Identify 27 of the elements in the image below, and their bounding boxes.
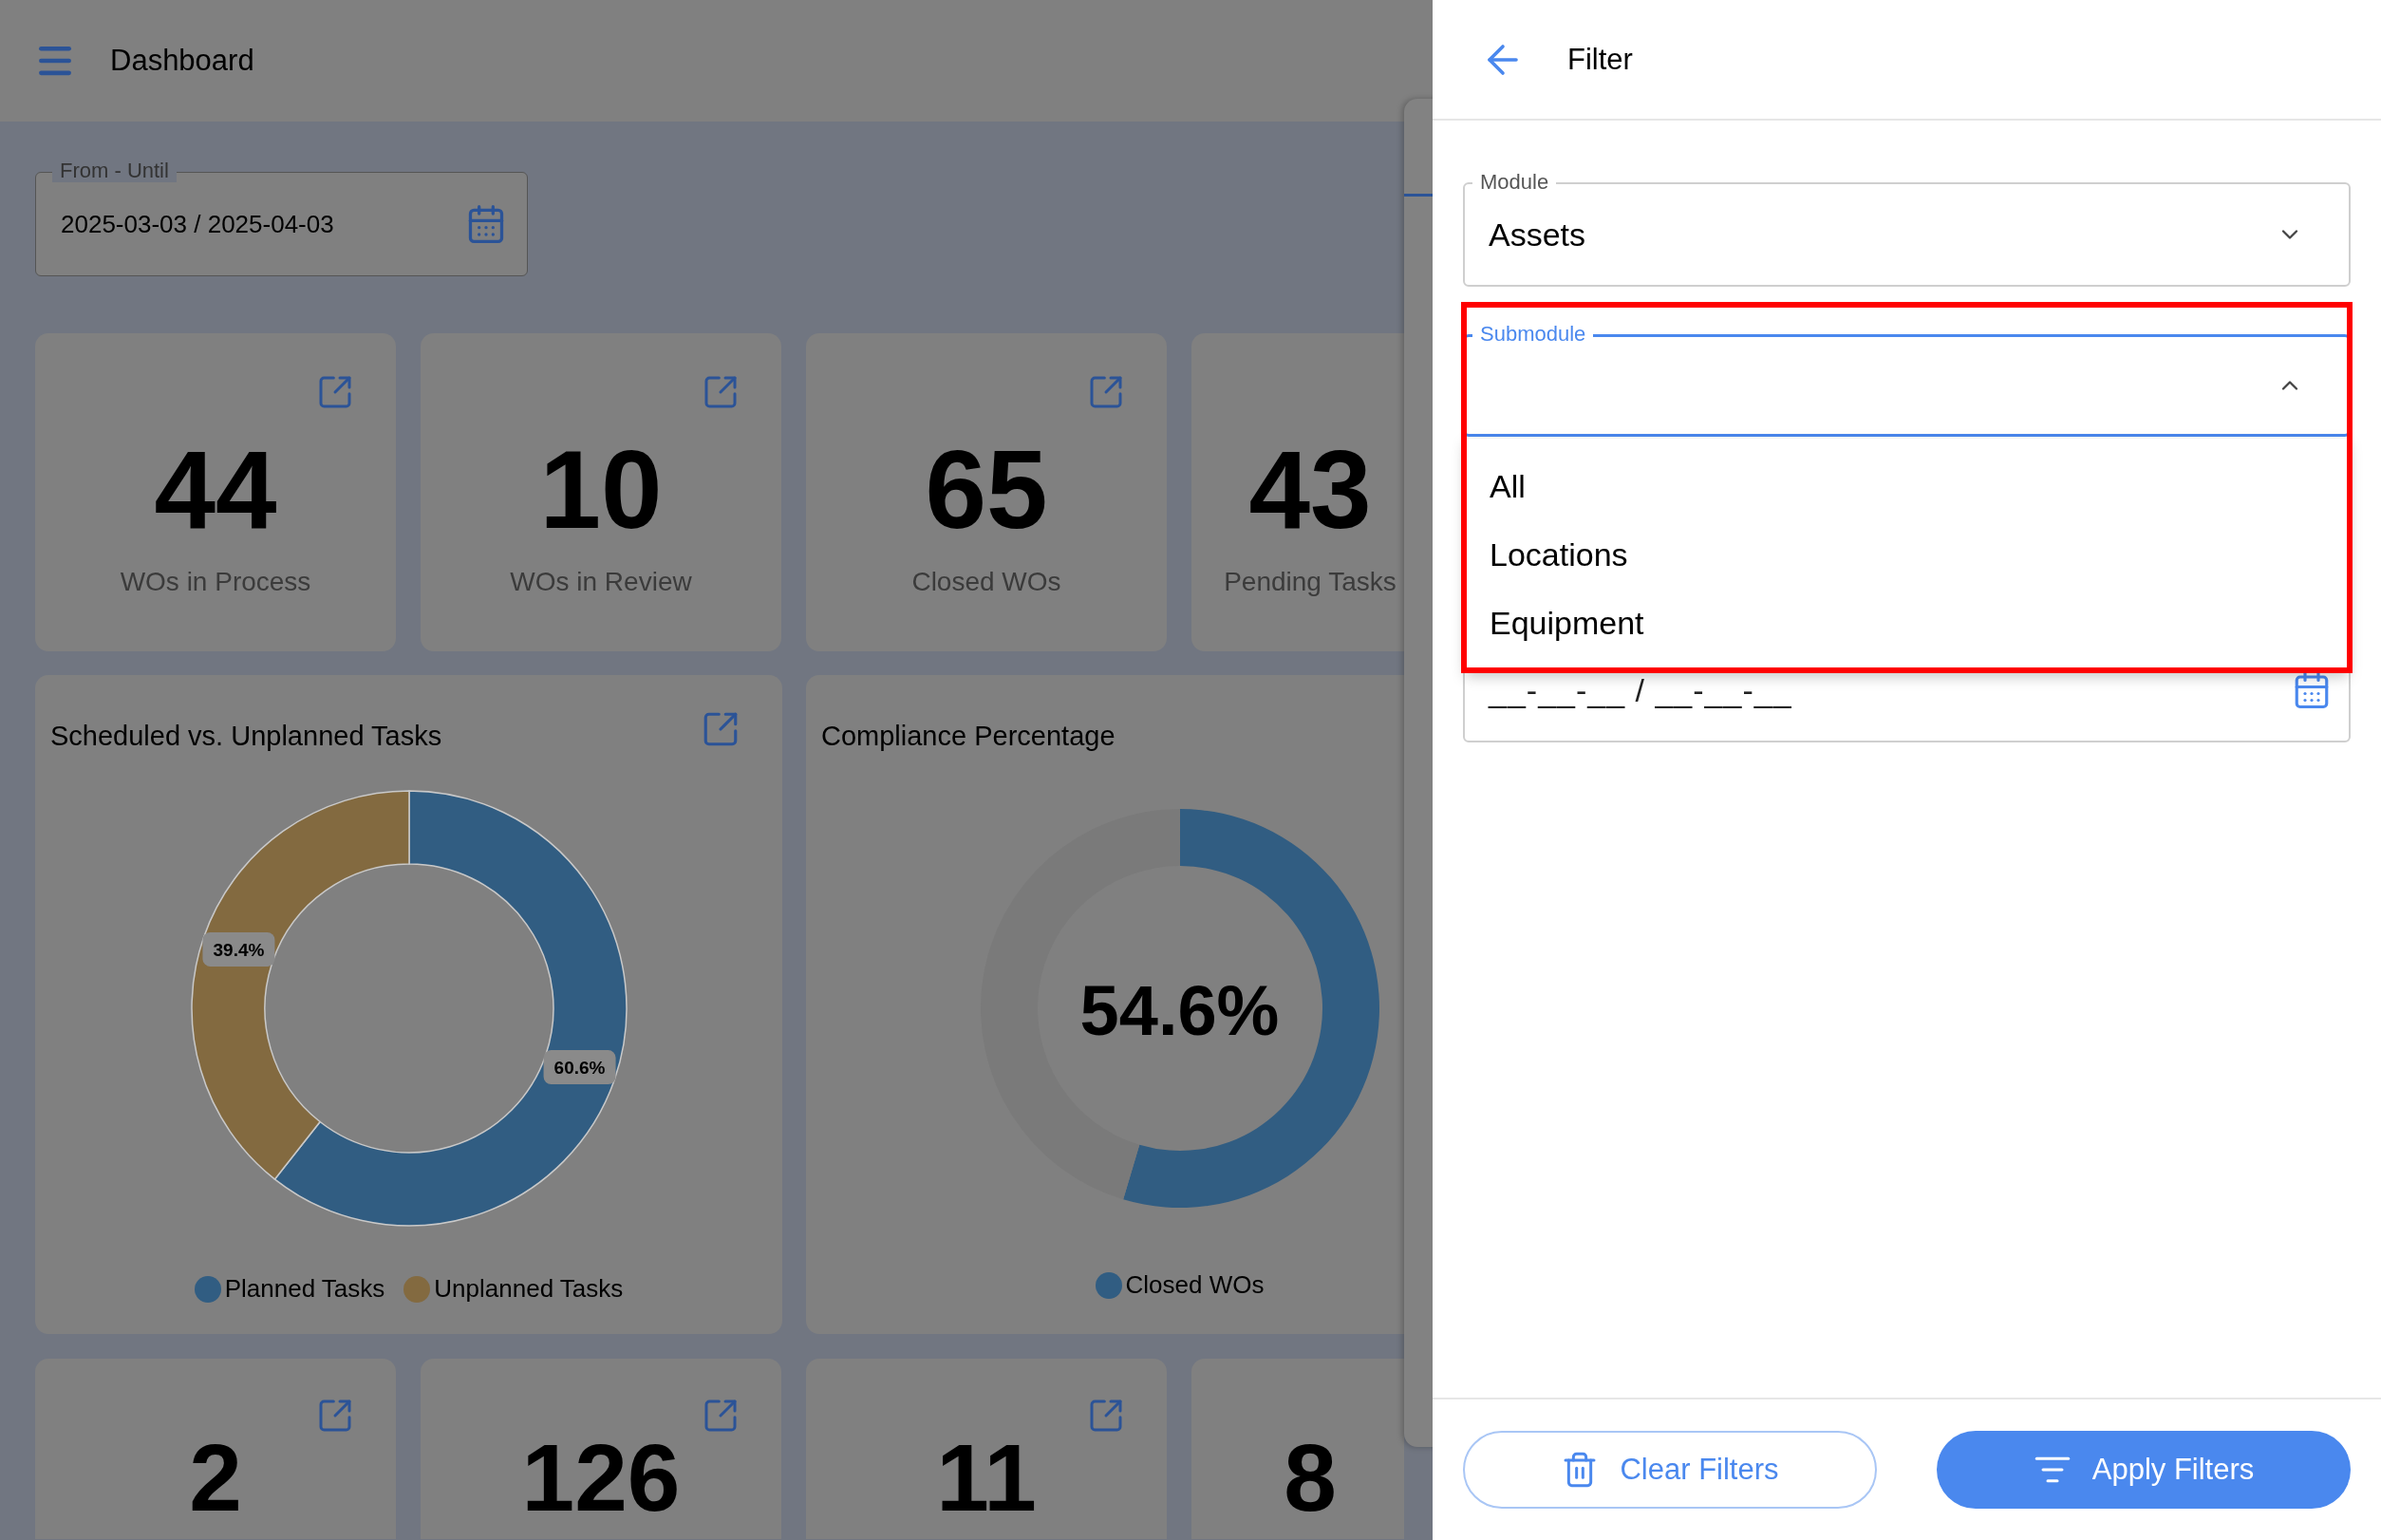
stat-value: 44 (154, 428, 277, 552)
legend-item: Unplanned Tasks (403, 1274, 624, 1304)
stat-value: 8 (1284, 1425, 1337, 1532)
panel-title: Filter (1567, 42, 1633, 77)
stat-value: 10 (539, 428, 663, 552)
chart-title: Compliance Percentage (821, 721, 1116, 752)
data-label: 60.6% (553, 1058, 606, 1079)
data-label: 39.4% (213, 939, 264, 960)
stat-label: WOs in Review (510, 567, 692, 597)
stat-label: WOs in Process (120, 567, 311, 597)
center-percentage: 54.6% (1079, 969, 1280, 1051)
chart-title: Scheduled vs. Unplanned Tasks (50, 721, 442, 752)
data-label: 39.4% (201, 931, 274, 967)
stat-label: Closed WOs (911, 567, 1061, 597)
stat-value: 43 (1248, 428, 1372, 552)
data-label: 60.6% (543, 1050, 616, 1085)
stat-value: 65 (925, 428, 1048, 552)
page-title: Dashboard (110, 44, 254, 78)
legend-item: Planned Tasks (194, 1274, 385, 1304)
field-value: Assets (1489, 216, 1586, 254)
legend-item: Closed WOs (1095, 1270, 1265, 1300)
field-label: From - Until (52, 160, 177, 182)
stat-label: Pending Tasks (1224, 567, 1397, 597)
stat-value: 2 (189, 1425, 242, 1532)
field-placeholder: __-__-__ / __-__-__ (1489, 671, 1792, 709)
stat-value: 126 (521, 1425, 681, 1532)
stat-value: 11 (936, 1425, 1037, 1532)
